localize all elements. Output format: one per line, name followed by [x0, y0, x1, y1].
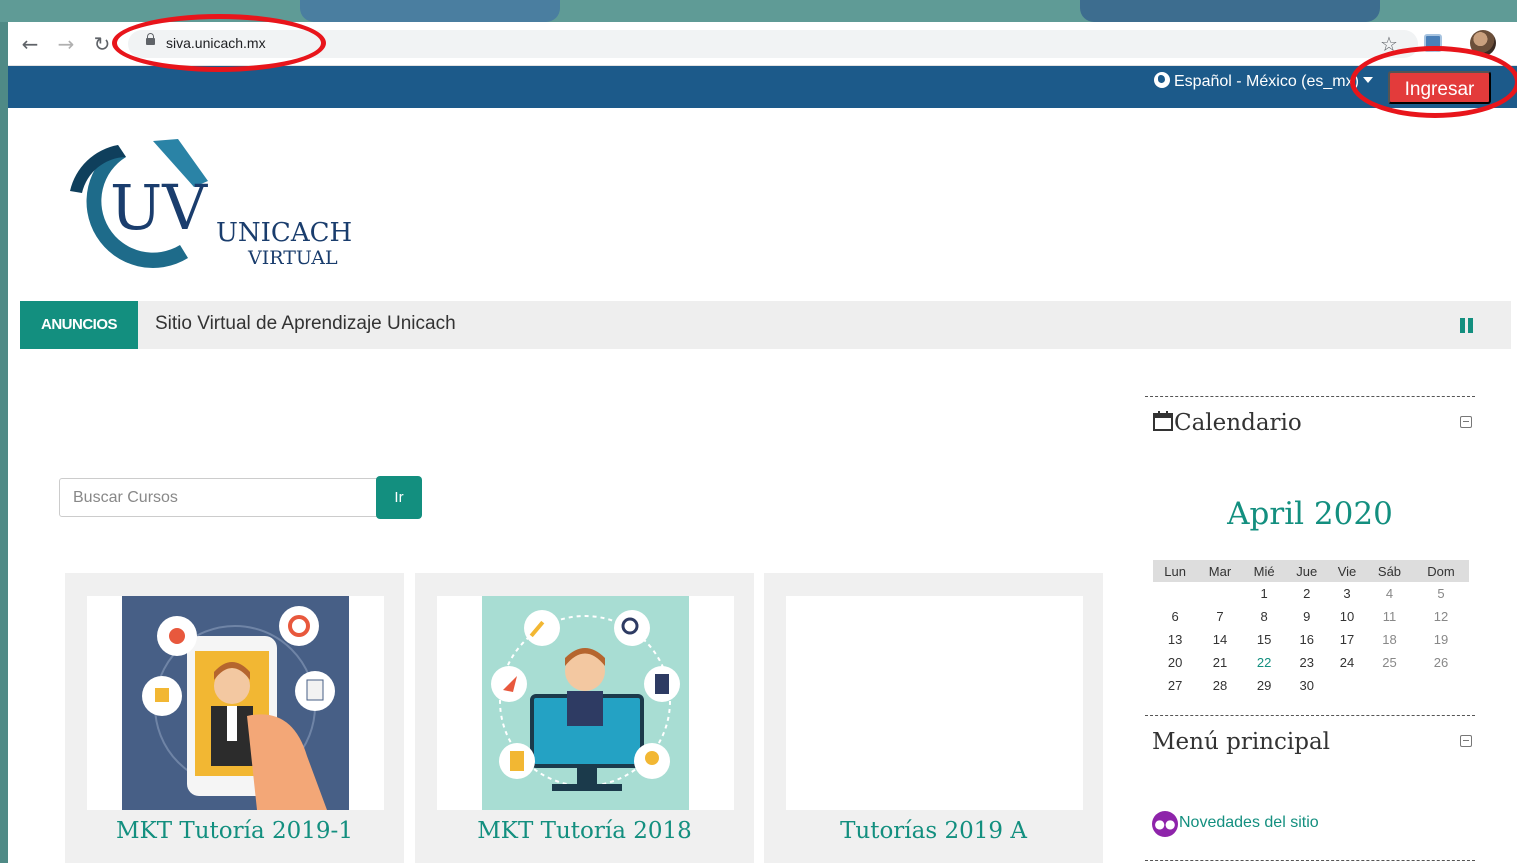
- course-title[interactable]: MKT Tutoría 2019-1: [65, 818, 404, 844]
- calendar-day: 24: [1339, 655, 1355, 670]
- course-card[interactable]: Tutorías 2019 A: [764, 573, 1103, 863]
- calendar-week-row: 6 7 8 9 10 11 12: [1153, 605, 1469, 628]
- calendar-day: 23: [1299, 655, 1315, 670]
- calendar-day: 8: [1260, 609, 1268, 624]
- calendar-week-row: 13 14 15 16 17 18 19: [1153, 628, 1469, 651]
- unicach-virtual-logo[interactable]: UV UNICACH VIRTUAL: [58, 133, 358, 273]
- course-search-input[interactable]: [59, 478, 377, 517]
- browser-tab[interactable]: [300, 0, 560, 22]
- globe-icon: [1154, 72, 1170, 88]
- calendar-icon: [1153, 411, 1173, 431]
- calendar-day: 3: [1343, 586, 1351, 601]
- course-image[interactable]: [786, 596, 1083, 810]
- calendar-day: 11: [1382, 609, 1397, 624]
- calendar-day: 30: [1299, 678, 1315, 693]
- logo-line2: VIRTUAL: [247, 247, 338, 269]
- announcement-bar: ANUNCIOS Sitio Virtual de Aprendizaje Un…: [20, 301, 1511, 349]
- course-image[interactable]: [87, 596, 384, 810]
- main-menu-block-title: Menú principal: [1152, 729, 1331, 755]
- calendar-day: 9: [1303, 609, 1311, 624]
- weekday-header: Jue: [1285, 560, 1329, 582]
- calendar-day: 20: [1167, 655, 1183, 670]
- calendar-day: 21: [1212, 655, 1228, 670]
- calendar-day: [1153, 582, 1197, 605]
- calendar-day: 6: [1171, 609, 1179, 624]
- collapse-block-icon[interactable]: [1460, 416, 1472, 428]
- calendar-day: 27: [1167, 678, 1183, 693]
- calendar-day: 14: [1212, 632, 1228, 647]
- weekday-header: Dom: [1413, 560, 1469, 582]
- calendar-day: 7: [1216, 609, 1224, 624]
- calendar-day: 2: [1303, 586, 1311, 601]
- calendar-day: 10: [1339, 609, 1355, 624]
- site-news-link[interactable]: Novedades del sitio: [1179, 814, 1319, 832]
- block-divider: [1145, 860, 1475, 861]
- calendar-table: Lun Mar Mié Jue Vie Sáb Dom 1 2 3 4 5 6: [1153, 560, 1469, 697]
- calendar-weekday-row: Lun Mar Mié Jue Vie Sáb Dom: [1153, 560, 1469, 582]
- calendar-day: 19: [1433, 632, 1449, 647]
- calendar-day: 15: [1256, 632, 1272, 647]
- calendar-day: 28: [1212, 678, 1228, 693]
- calendar-day: 29: [1256, 678, 1272, 693]
- logo-letters: UV: [110, 171, 208, 244]
- weekday-header: Sáb: [1365, 560, 1414, 582]
- calendar-day: 13: [1167, 632, 1183, 647]
- calendar-day: [1197, 582, 1243, 605]
- block-divider: [1145, 715, 1475, 716]
- course-image[interactable]: [437, 596, 734, 810]
- course-title[interactable]: Tutorías 2019 A: [764, 818, 1103, 844]
- calendar-day: [1366, 674, 1413, 697]
- course-card[interactable]: MKT Tutoría 2019-1: [65, 573, 404, 863]
- calendar-block-label: Calendario: [1174, 410, 1302, 436]
- collapse-block-icon[interactable]: [1460, 735, 1472, 747]
- calendar-day: [1328, 674, 1366, 697]
- forward-arrow-icon[interactable]: →: [52, 30, 80, 58]
- language-selector[interactable]: Español - México (es_mx): [1154, 72, 1373, 91]
- calendar-day: 25: [1382, 655, 1397, 670]
- calendar-day: 12: [1433, 609, 1449, 624]
- announcement-text: Sitio Virtual de Aprendizaje Unicach: [155, 313, 456, 334]
- calendar-day: 26: [1433, 655, 1449, 670]
- logo-line1: UNICACH: [216, 218, 352, 248]
- highlight-ellipse: [1350, 46, 1517, 118]
- calendar-day: [1413, 674, 1469, 697]
- announcement-tag: ANUNCIOS: [20, 301, 138, 349]
- highlight-ellipse: [112, 14, 326, 72]
- browser-tab[interactable]: [1080, 0, 1380, 22]
- calendar-week-row: 27 28 29 30: [1153, 674, 1469, 697]
- back-arrow-icon[interactable]: ←: [16, 30, 44, 58]
- site-top-bar: Español - México (es_mx) Ingresar: [8, 66, 1517, 108]
- calendar-day: 17: [1339, 632, 1355, 647]
- calendar-block-title: Calendario: [1152, 410, 1302, 436]
- calendar-week-row: 1 2 3 4 5: [1153, 582, 1469, 605]
- weekday-header: Vie: [1328, 560, 1366, 582]
- course-title[interactable]: MKT Tutoría 2018: [415, 818, 754, 844]
- weekday-header: Lun: [1153, 560, 1198, 582]
- calendar-day: 18: [1382, 632, 1397, 647]
- weekday-header: Mié: [1242, 560, 1286, 582]
- search-submit-button[interactable]: Ir: [376, 476, 422, 519]
- calendar-week-row: 20 21 22 23 24 25 26: [1153, 651, 1469, 674]
- pause-icon[interactable]: [1460, 318, 1474, 333]
- weekday-header: Mar: [1197, 560, 1243, 582]
- calendar-day-today[interactable]: 22: [1243, 651, 1286, 674]
- calendar-day: 16: [1299, 632, 1315, 647]
- calendar-day: 5: [1437, 586, 1445, 601]
- language-label: Español - México (es_mx): [1174, 73, 1359, 90]
- forum-icon: ●●: [1152, 811, 1178, 837]
- course-card[interactable]: MKT Tutoría 2018: [415, 573, 754, 863]
- calendar-day: 4: [1385, 586, 1394, 601]
- page-content: UV UNICACH VIRTUAL ANUNCIOS Sitio Virtua…: [8, 108, 1517, 863]
- calendar-day: 1: [1260, 586, 1268, 601]
- block-divider: [1145, 396, 1475, 397]
- calendar-month[interactable]: April 2020: [1145, 496, 1475, 532]
